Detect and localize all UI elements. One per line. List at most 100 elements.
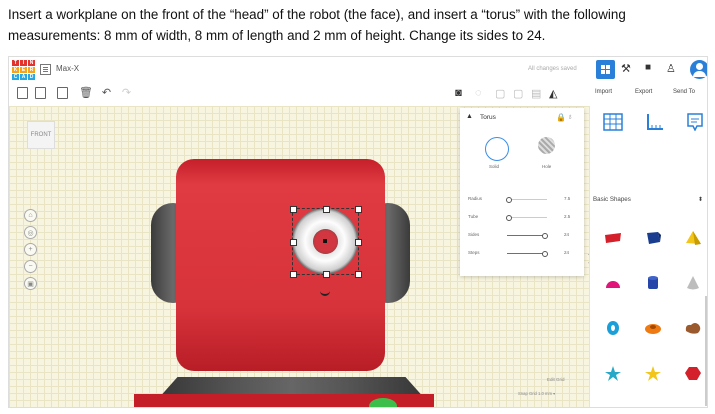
delete-icon[interactable]: 🗑 [79,87,93,99]
instruction-line-1: Insert a workplane on the front of the “… [8,7,626,22]
resize-handle[interactable] [290,206,297,213]
property-radius[interactable]: Radius 7.5 [468,196,578,204]
tinkercad-logo[interactable]: T I N K E R C A D [12,60,35,80]
slider-fill [507,235,545,236]
logo-letter: T [12,60,19,66]
send-to-tab[interactable]: Send To [673,89,695,95]
light-bulb-icon[interactable]: ◌ [475,87,482,99]
property-sides[interactable]: Sides 24 [468,232,578,240]
polygon-shape[interactable] [683,364,703,382]
property-value[interactable]: 2.5 [564,214,570,219]
align-icon[interactable]: ▤ [531,87,541,100]
shapes-scrollbar[interactable] [705,296,707,406]
text-shape[interactable] [603,229,623,247]
duplicate-icon[interactable] [57,87,68,99]
torus-shape[interactable] [603,319,623,337]
slider-knob[interactable] [542,233,548,239]
ungroup-icon[interactable]: ▢ [513,87,523,100]
ortho-view-icon[interactable]: ▣ [24,277,37,290]
inspector-title: Torus [480,114,496,121]
copy-icon[interactable] [17,87,28,99]
resize-handle[interactable] [355,206,362,213]
tube-shape[interactable] [643,319,663,337]
scribble-shape[interactable] [683,319,703,337]
property-value[interactable]: 24 [564,250,569,255]
grid-view-icon[interactable] [596,60,615,79]
avatar[interactable] [690,60,707,79]
solid-label: Solid [489,164,500,169]
dropdown-chevron-icon[interactable]: ⬍ [698,196,703,203]
resize-handle[interactable] [323,271,330,278]
home-view-icon[interactable]: ⌂ [24,209,37,222]
slider-knob[interactable] [506,215,512,221]
import-tab[interactable]: Import [595,89,612,95]
resize-handle[interactable] [290,271,297,278]
paste-icon[interactable] [35,87,46,99]
workplane-grid[interactable]: FRONT ⌂ ◎ + − ▣ ▲ Torus 🔒 ♁ Solid Hole R… [9,106,595,407]
lock-icon[interactable]: 🔒 [556,113,566,122]
slider-knob[interactable] [506,197,512,203]
hole-label: Hole [542,164,552,169]
ruler-icon[interactable] [645,113,665,131]
star-shape[interactable] [603,364,623,382]
view-cube[interactable]: FRONT [27,121,55,149]
add-user-icon[interactable]: ♙ [666,62,676,75]
fit-view-icon[interactable]: ◎ [24,226,37,239]
briefcase-icon[interactable]: ■ [645,62,651,73]
logo-letter: A [20,74,27,80]
instruction-text: Insert a workplane on the front of the “… [8,4,708,46]
property-tube[interactable]: Tube 2.5 [468,214,578,222]
visibility-bulb-icon[interactable]: ♁ [567,112,573,121]
cylinder-shape[interactable] [643,274,663,292]
robot-body-button[interactable] [369,398,397,407]
property-slider[interactable] [506,215,547,221]
resize-handle[interactable] [290,239,297,246]
collapse-icon[interactable]: ▲ [466,113,473,120]
export-tab[interactable]: Export [635,89,652,95]
box-shape[interactable] [643,229,663,247]
shape-category-dropdown[interactable]: Basic Shapes [593,196,631,203]
resize-handle[interactable] [355,271,362,278]
logo-letter: E [20,67,27,73]
star-yellow-shape[interactable] [643,364,663,382]
notes-icon[interactable] [685,113,705,131]
wrench-icon[interactable]: ⚒ [621,62,631,75]
property-slider[interactable] [507,233,548,239]
hole-button[interactable] [538,137,555,154]
mirror-icon[interactable]: ◭ [549,87,557,100]
solid-color-button[interactable] [485,137,509,161]
group-icon[interactable]: ▢ [495,87,505,100]
shapes-panel: Basic Shapes ⬍ [589,106,707,407]
snap-grid-label: Snap Grid [518,391,537,396]
logo-letter: R [28,67,35,73]
slider-fill [507,253,545,254]
edit-toolbar: 🗑 ↶ ↷ ◙ ◌ ▢ ▢ ▤ ◭ Import Export Send To [9,82,707,107]
slider-knob[interactable] [542,251,548,257]
undo-icon[interactable]: ↶ [101,87,112,99]
redo-icon[interactable]: ↷ [121,87,132,99]
design-menu-icon[interactable] [40,64,51,75]
property-label: Tube [468,214,479,219]
property-slider[interactable] [506,197,547,203]
property-slider[interactable] [507,251,548,257]
camera-icon[interactable]: ◙ [453,87,464,99]
property-value[interactable]: 24 [564,232,569,237]
resize-handle[interactable] [323,206,330,213]
zoom-out-icon[interactable]: − [24,260,37,273]
resize-handle[interactable] [355,239,362,246]
shape-inspector: ▲ Torus 🔒 ♁ Solid Hole Radius 7.5 Tube 2.5 S… [460,108,584,276]
snap-grid-control[interactable]: Snap Grid 1.0 mm ▾ [518,391,555,396]
property-value[interactable]: 7.5 [564,196,570,201]
instruction-line-2: measurements: 8 mm of width, 8 mm of len… [8,28,546,43]
workplane-icon[interactable] [603,113,623,131]
cone-shape[interactable] [683,274,703,292]
zoom-in-icon[interactable]: + [24,243,37,256]
half-sphere-shape[interactable] [603,274,623,292]
pyramid-shape[interactable] [683,229,703,247]
edit-grid-link[interactable]: Edit Grid [547,377,565,382]
logo-letter: D [28,74,35,80]
snap-grid-value[interactable]: 1.0 mm ▾ [538,391,555,396]
top-bar: T I N K E R C A D Max-X All changes save… [9,57,707,83]
design-name[interactable]: Max-X [56,64,79,73]
property-steps[interactable]: Steps 24 [468,250,578,258]
